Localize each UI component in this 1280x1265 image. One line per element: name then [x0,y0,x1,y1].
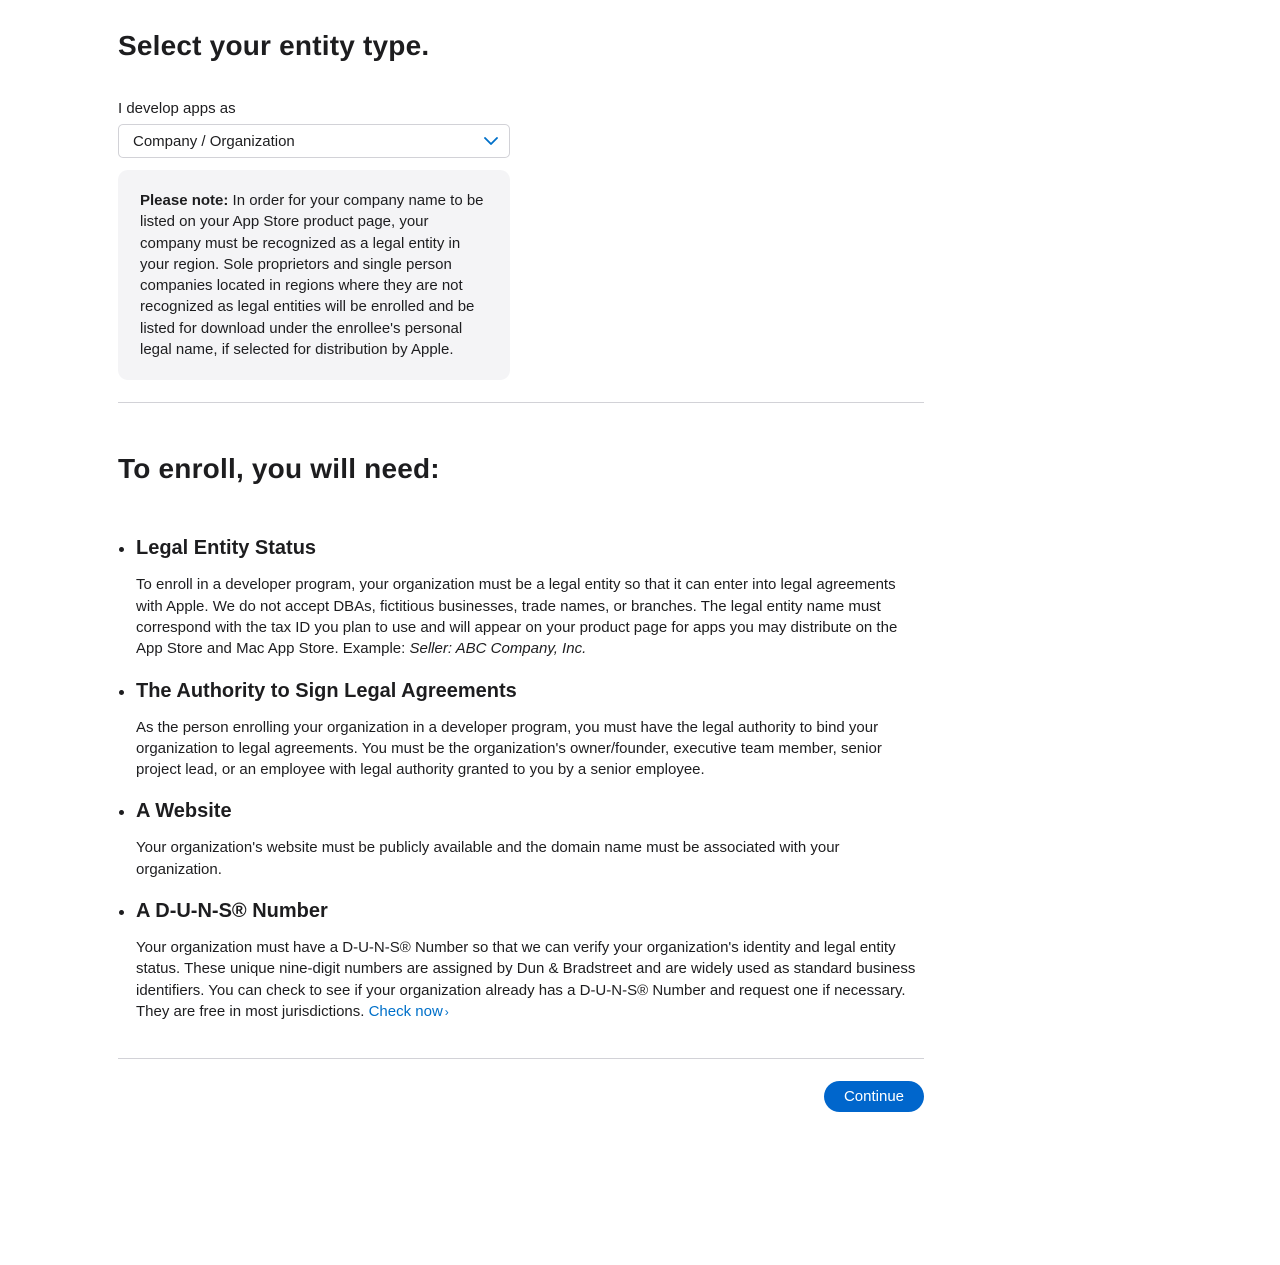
requirement-heading: A Website [136,800,924,823]
requirement-heading: The Authority to Sign Legal Agreements [136,680,924,703]
entity-type-select[interactable]: Company / Organization [118,124,510,158]
requirement-item: A Website Your organization's website mu… [136,800,924,880]
requirement-item: The Authority to Sign Legal Agreements A… [136,680,924,781]
chevron-right-icon: › [445,1005,449,1019]
note-body: In order for your company name to be lis… [140,192,484,358]
divider [118,402,924,403]
please-note-box: Please note: In order for your company n… [118,170,510,380]
continue-button[interactable]: Continue [824,1081,924,1112]
requirement-heading: Legal Entity Status [136,537,924,560]
requirement-item: A D-U-N-S® Number Your organization must… [136,900,924,1022]
note-label: Please note: [140,192,228,209]
requirement-body: Your organization's website must be publ… [136,837,924,880]
requirement-heading: A D-U-N-S® Number [136,900,924,923]
requirement-body: Your organization must have a D-U-N-S® N… [136,937,924,1022]
requirement-body: As the person enrolling your organizatio… [136,717,924,781]
requirement-body: To enroll in a developer program, your o… [136,574,924,659]
requirement-item: Legal Entity Status To enroll in a devel… [136,537,924,659]
entity-type-label: I develop apps as [118,100,924,117]
entity-type-selected: Company / Organization [133,133,295,150]
divider [118,1058,924,1059]
page-title: Select your entity type. [118,30,924,62]
section-title: To enroll, you will need: [118,453,924,485]
check-now-link[interactable]: Check now› [369,1003,449,1020]
